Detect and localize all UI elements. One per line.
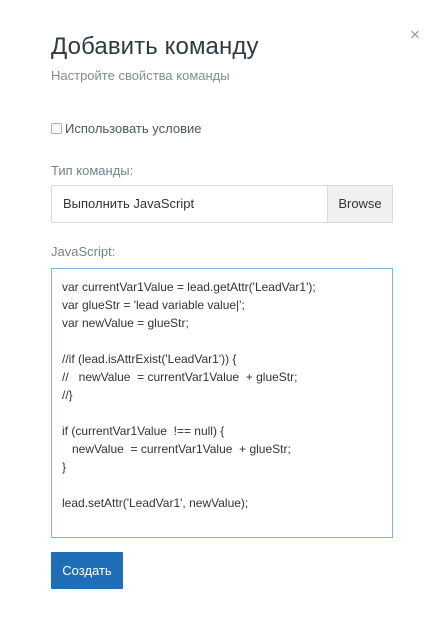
code-line: if (currentVar1Value !== null) {	[62, 424, 225, 438]
command-type-group: Выполнить JavaScript Browse	[51, 185, 393, 223]
code-line: newValue = currentVar1Value + glueStr;	[62, 442, 291, 456]
code-line: // newValue = currentVar1Value + glueStr…	[62, 370, 298, 384]
code-line: }	[62, 460, 67, 474]
code-line: lead.setAttr('LeadVar1', newValue);	[62, 496, 249, 510]
javascript-editor[interactable]: var currentVar1Value = lead.getAttr('Lea…	[51, 268, 393, 538]
code-line: //}	[62, 388, 73, 402]
dialog-subtitle: Настройте свойства команды	[51, 68, 230, 83]
code-line: var glueStr = 'lead variable value|';	[62, 298, 245, 312]
code-line: //if (lead.isAttrExist('LeadVar1')) {	[62, 352, 237, 366]
code-line: var currentVar1Value = lead.getAttr('Lea…	[62, 280, 316, 294]
use-condition-checkbox[interactable]	[51, 123, 62, 134]
add-command-dialog: × Добавить команду Настройте свойства ко…	[0, 0, 439, 619]
create-button[interactable]: Создать	[51, 552, 123, 589]
browse-button[interactable]: Browse	[327, 186, 392, 222]
dialog-title: Добавить команду	[51, 33, 259, 60]
command-type-label: Тип команды:	[51, 163, 134, 178]
javascript-label: JavaScript:	[51, 244, 116, 259]
use-condition-label[interactable]: Использовать условие	[65, 121, 202, 136]
command-type-field[interactable]: Выполнить JavaScript	[52, 186, 327, 222]
code-line: var newValue = glueStr;	[62, 316, 189, 330]
close-icon[interactable]: ×	[406, 26, 424, 44]
use-condition-row[interactable]: Использовать условие	[51, 121, 202, 136]
